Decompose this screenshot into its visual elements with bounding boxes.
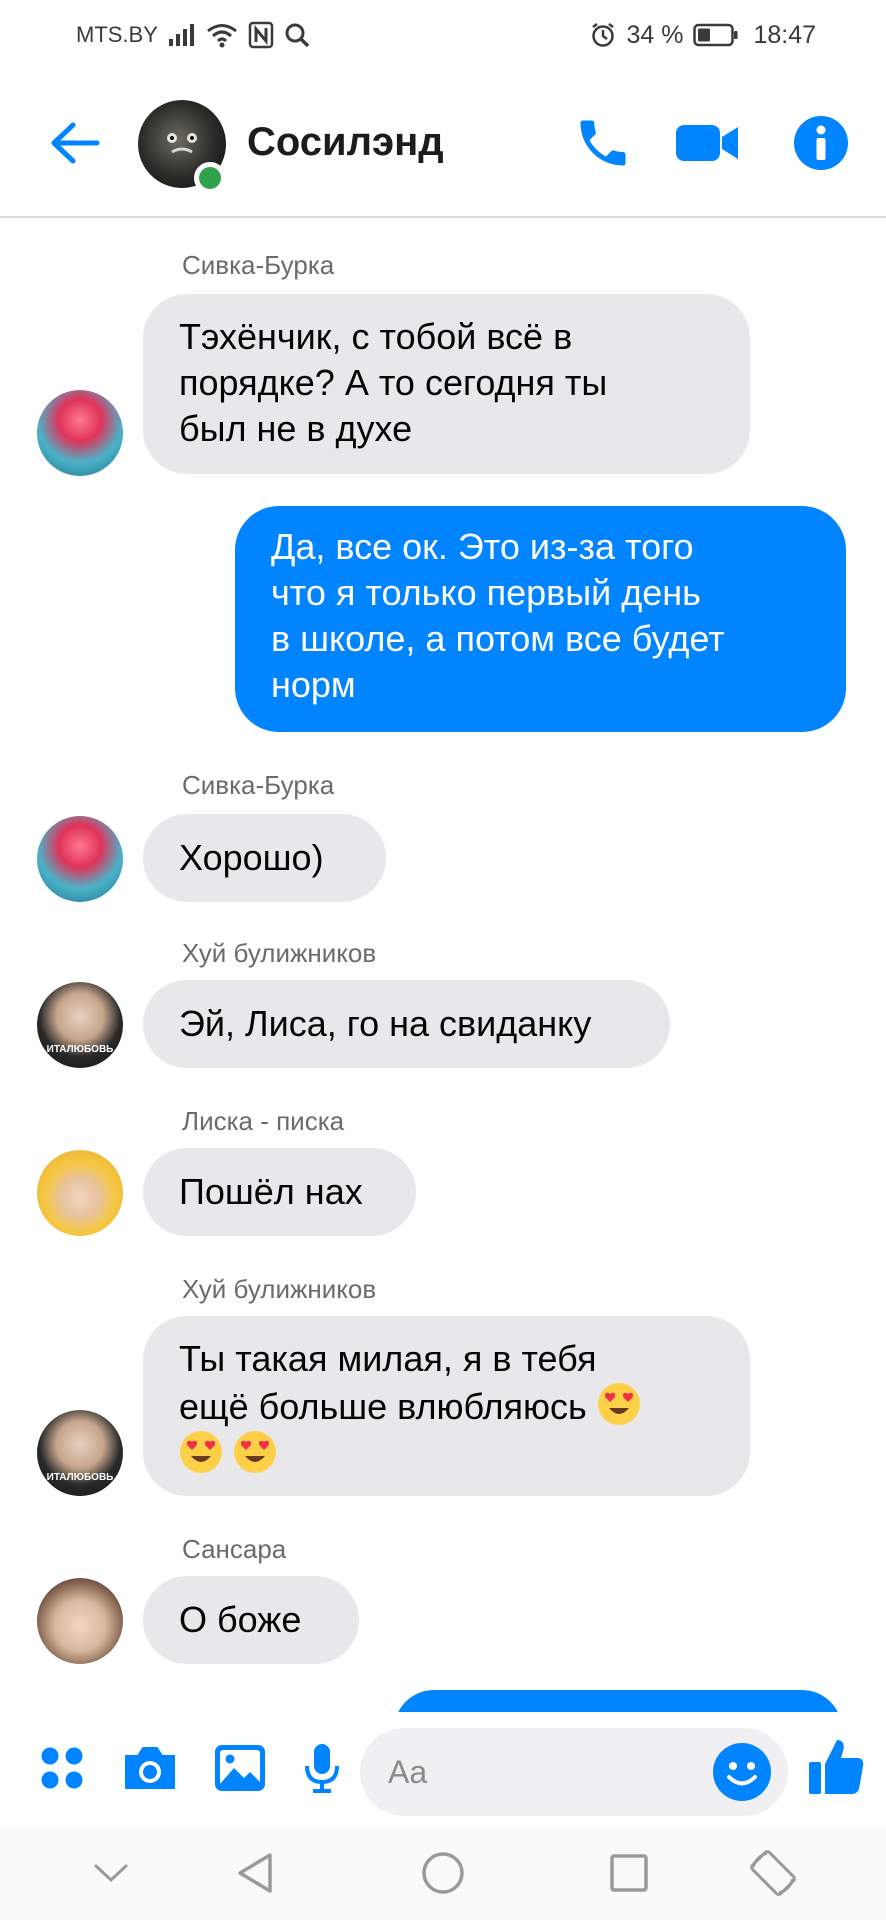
emoji-button[interactable] xyxy=(712,1742,772,1802)
message-line: что я только первый день xyxy=(271,572,701,613)
video-camera-icon xyxy=(675,121,739,170)
emoji-icon xyxy=(712,1743,772,1806)
message-bubble-incoming[interactable]: Хорошо) xyxy=(143,814,386,902)
heart-eyes-emoji-icon xyxy=(179,1430,223,1474)
message-line: О боже xyxy=(179,1599,302,1640)
message-bubble-outgoing-partial[interactable] xyxy=(394,1690,842,1712)
heart-eyes-emoji-icon xyxy=(597,1382,641,1426)
sender-name: Сивка-Бурка xyxy=(182,250,335,280)
message-bubble-incoming[interactable]: О боже xyxy=(143,1576,359,1664)
carrier-label: MTS.BY xyxy=(76,22,158,47)
thumbs-up-icon xyxy=(807,1736,865,1801)
emoji-line xyxy=(179,1430,714,1478)
sender-name: Сансара xyxy=(182,1534,287,1564)
battery-icon xyxy=(693,23,739,47)
sender-avatar[interactable]: ИТАЛЮБОВЬ xyxy=(37,1410,123,1496)
hide-keyboard-button[interactable] xyxy=(84,1848,138,1902)
status-right: 34 % 18:47 xyxy=(590,21,816,50)
message-bubble-incoming[interactable]: Тэхёнчик, с тобой всё в порядке? А то се… xyxy=(143,294,750,474)
message-bubble-incoming[interactable]: Эй, Лиса, го на свиданку xyxy=(143,980,670,1068)
sender-name: Хуй булижников xyxy=(182,1274,377,1304)
recents-square-icon xyxy=(608,1852,650,1899)
message-line: Хорошо) xyxy=(179,837,324,878)
chat-header: Сосилэнд xyxy=(0,70,886,218)
heart-eyes-emoji-icon xyxy=(233,1430,277,1474)
back-triangle-icon xyxy=(234,1851,276,1900)
message-bubble-incoming[interactable]: Пошёл нах xyxy=(143,1148,416,1236)
clock: 18:47 xyxy=(753,20,816,49)
sender-name: Сивка-Бурка xyxy=(182,770,335,800)
message-line: Ты такая милая, я в тебя xyxy=(179,1338,597,1379)
nav-recents-button[interactable] xyxy=(602,1848,656,1902)
battery-percent: 34 % xyxy=(626,20,684,49)
status-left: MTS.BY xyxy=(76,21,310,49)
chat-title[interactable]: Сосилэнд xyxy=(247,120,444,165)
message-line: был не в духе xyxy=(179,408,413,449)
video-call-button[interactable] xyxy=(674,112,740,178)
nav-home-button[interactable] xyxy=(416,1848,470,1902)
alarm-icon xyxy=(590,22,616,48)
info-button[interactable] xyxy=(788,112,854,178)
status-bar: MTS.BY 34 % 18:47 xyxy=(0,0,886,70)
sender-avatar[interactable]: ИТАЛЮБОВЬ xyxy=(37,982,123,1068)
home-circle-icon xyxy=(420,1850,466,1901)
info-icon xyxy=(793,115,849,176)
message-line-with-emoji: ещё больше влюбляюсь xyxy=(179,1382,714,1430)
avatar-face-graphic xyxy=(167,133,197,154)
apps-icon xyxy=(38,1744,86,1797)
gallery-icon xyxy=(214,1744,266,1797)
system-nav-bar xyxy=(0,1826,886,1920)
chevron-down-icon xyxy=(93,1862,129,1889)
message-line: ещё больше влюбляюсь xyxy=(179,1386,587,1427)
message-line: Тэхёнчик, с тобой всё в xyxy=(179,316,573,357)
rotate-icon xyxy=(747,1847,799,1904)
microphone-icon xyxy=(302,1742,342,1799)
camera-button[interactable] xyxy=(120,1740,180,1800)
nav-back-button[interactable] xyxy=(228,1848,282,1902)
message-input-container[interactable] xyxy=(360,1728,788,1816)
search-icon xyxy=(284,22,310,48)
message-line: Эй, Лиса, го на свиданку xyxy=(179,1003,592,1044)
sender-avatar[interactable] xyxy=(37,816,123,902)
camera-icon xyxy=(122,1744,178,1797)
sender-avatar[interactable] xyxy=(37,1150,123,1236)
back-arrow-icon xyxy=(49,121,101,170)
message-line: Пошёл нах xyxy=(179,1171,363,1212)
composer-bar xyxy=(0,1712,886,1826)
avatar-caption: ИТАЛЮБОВЬ xyxy=(46,1044,114,1055)
apps-button[interactable] xyxy=(32,1740,92,1800)
back-button[interactable] xyxy=(44,114,106,176)
rotate-button[interactable] xyxy=(746,1848,800,1902)
message-line: порядке? А то сегодня ты xyxy=(179,362,608,403)
sender-name: Хуй булижников xyxy=(182,938,377,968)
message-input[interactable] xyxy=(388,1728,708,1816)
sender-avatar[interactable] xyxy=(37,390,123,476)
signal-icon xyxy=(168,23,196,47)
call-button[interactable] xyxy=(570,112,636,178)
like-button[interactable] xyxy=(806,1738,866,1798)
phone-icon xyxy=(573,113,633,178)
voice-button[interactable] xyxy=(292,1740,352,1800)
message-bubble-incoming[interactable]: Ты такая милая, я в тебя ещё больше влюб… xyxy=(143,1316,750,1496)
wifi-icon xyxy=(206,22,238,48)
avatar-caption: ИТАЛЮБОВЬ xyxy=(46,1472,114,1483)
gallery-button[interactable] xyxy=(210,1740,270,1800)
message-line: в школе, а потом все будет xyxy=(271,618,725,659)
online-indicator xyxy=(194,162,226,194)
message-line: Да, все ок. Это из-за того xyxy=(271,526,694,567)
sender-name: Лиска - писка xyxy=(182,1106,345,1136)
sender-avatar[interactable] xyxy=(37,1578,123,1664)
message-line: норм xyxy=(271,664,356,705)
nfc-icon xyxy=(248,21,274,49)
message-list[interactable]: Сивка-Бурка Тэхёнчик, с тобой всё в поря… xyxy=(0,220,886,1712)
message-bubble-outgoing[interactable]: Да, все ок. Это из-за того что я только … xyxy=(235,506,846,732)
